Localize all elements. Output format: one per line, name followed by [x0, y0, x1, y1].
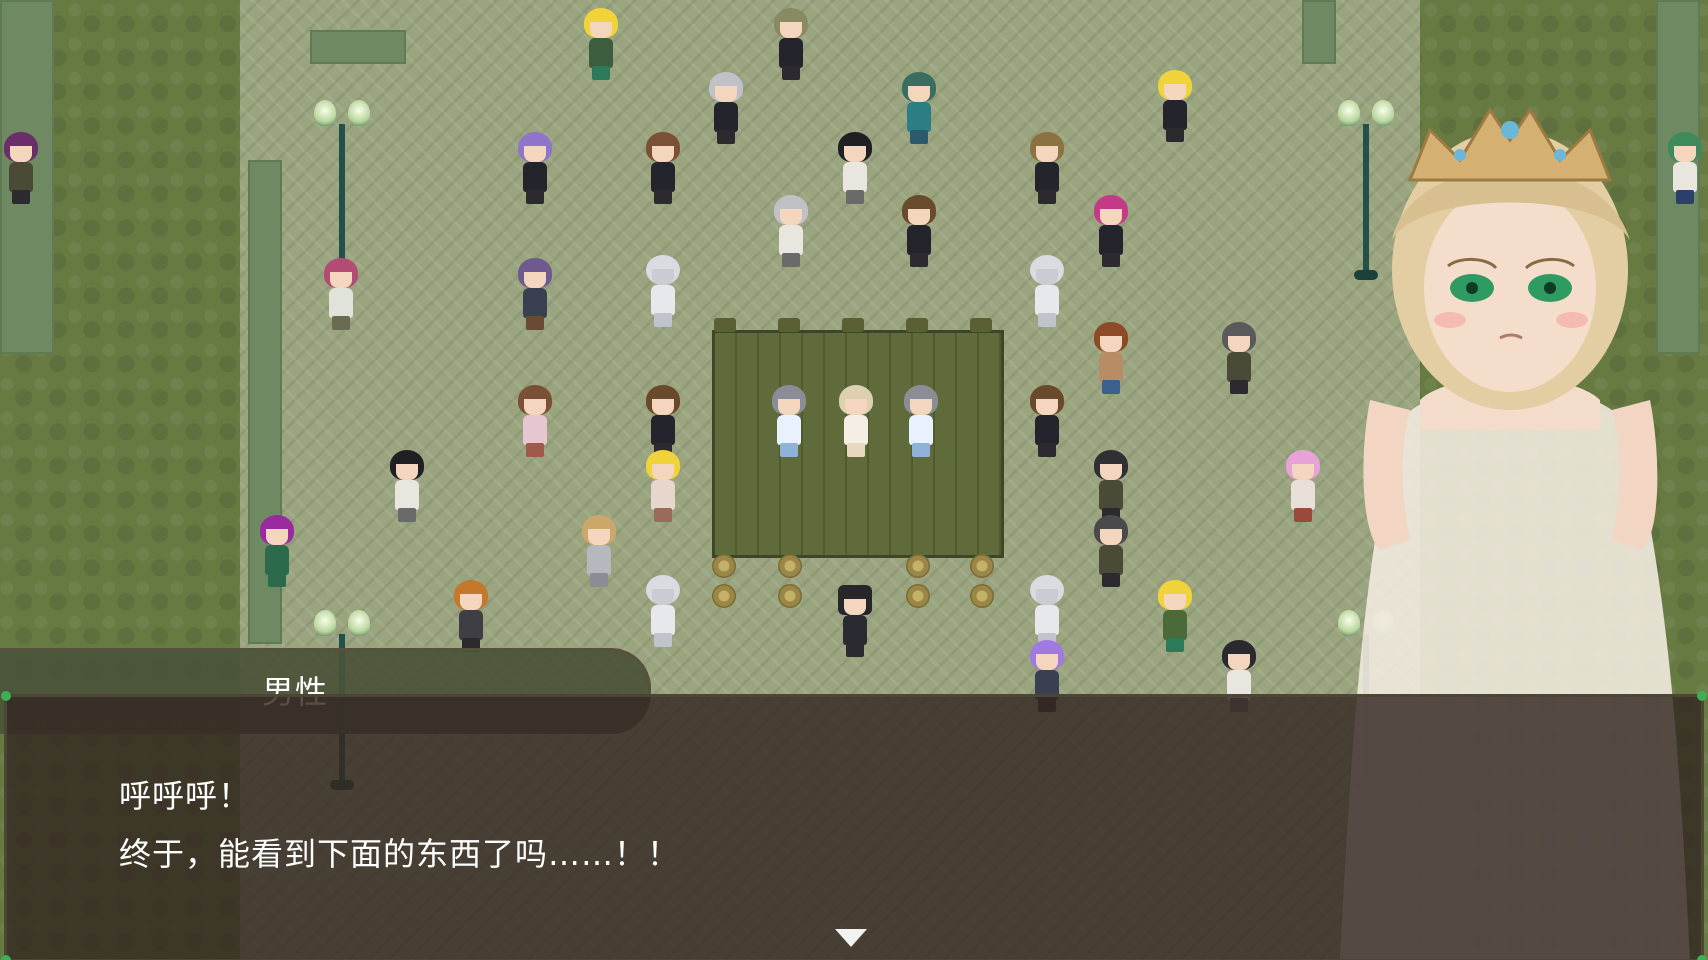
hat-man-character — [834, 585, 876, 659]
stage-post — [970, 318, 992, 332]
crowd-character — [386, 450, 428, 524]
stage-post — [714, 318, 736, 332]
stage-log — [712, 584, 736, 608]
crowd-character — [1090, 450, 1132, 524]
stage-post — [778, 318, 800, 332]
crowd-character — [898, 195, 940, 269]
corner-gem-icon — [1, 955, 11, 960]
knight-character — [1026, 255, 1068, 329]
crowd-character — [0, 132, 42, 206]
nun-character — [768, 385, 810, 459]
dialog-line: 呼呼呼！ — [119, 777, 252, 815]
stage-post — [906, 318, 928, 332]
crowd-character — [256, 515, 298, 589]
crowd-character — [1090, 322, 1132, 396]
street-lamp — [312, 100, 372, 280]
stage-log — [970, 584, 994, 608]
stone-border-top-left — [310, 30, 406, 64]
knight-character — [642, 255, 684, 329]
crowd-character — [1026, 132, 1068, 206]
crowd-character — [834, 132, 876, 206]
stage-log — [970, 554, 994, 578]
crowd-character — [514, 385, 556, 459]
crowd-character — [642, 450, 684, 524]
stone-border-top-right — [1302, 0, 1336, 64]
crowd-character — [578, 515, 620, 589]
crowd-character — [514, 258, 556, 332]
dialog-box[interactable]: 呼呼呼！ 终于，能看到下面的东西了吗……！！ — [1, 691, 1707, 960]
stage-log — [778, 554, 802, 578]
dialog-line: 终于，能看到下面的东西了吗……！！ — [119, 835, 681, 873]
crowd-character — [642, 385, 684, 459]
crowd-character — [580, 8, 622, 82]
nun-character — [900, 385, 942, 459]
crowd-character — [1218, 322, 1260, 396]
knight-character — [1026, 575, 1068, 649]
crowd-character — [1026, 385, 1068, 459]
stage-log — [778, 584, 802, 608]
crowd-character — [642, 132, 684, 206]
crowd-character — [1090, 515, 1132, 589]
crowd-character — [770, 8, 812, 82]
corner-gem-icon — [1, 691, 11, 701]
crowd-character — [898, 72, 940, 146]
princess-character — [835, 385, 877, 459]
corner-gem-icon — [1697, 955, 1707, 960]
crowd-character — [770, 195, 812, 269]
crowd-character — [320, 258, 362, 332]
corner-gem-icon — [1697, 691, 1707, 701]
crowd-character — [514, 132, 556, 206]
triangle-down-icon[interactable] — [835, 929, 867, 947]
crowd-character — [705, 72, 747, 146]
crowd-character — [1090, 195, 1132, 269]
game-scene: 男性 呼呼呼！ 终于，能看到下面的东西了吗……！！ — [0, 0, 1708, 960]
stage-log — [712, 554, 736, 578]
crowd-character — [1154, 70, 1196, 144]
stage-post — [842, 318, 864, 332]
knight-character — [642, 575, 684, 649]
crowd-character — [450, 580, 492, 654]
crowd-character — [1154, 580, 1196, 654]
stage-log — [906, 554, 930, 578]
stage-log — [906, 584, 930, 608]
